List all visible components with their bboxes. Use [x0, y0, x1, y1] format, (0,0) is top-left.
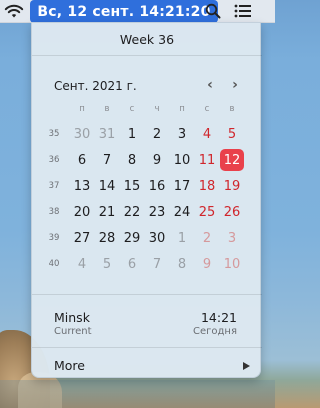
- calendar-day[interactable]: 19: [220, 175, 244, 197]
- calendar-day[interactable]: 10: [170, 149, 194, 171]
- week-number: 38: [48, 207, 60, 217]
- weekday-header: в: [229, 104, 235, 114]
- calendar-day[interactable]: 20: [70, 201, 94, 223]
- calendar-day[interactable]: 9: [195, 253, 219, 275]
- city-day: Сегодня: [193, 326, 237, 337]
- calendar-day[interactable]: 2: [145, 123, 169, 145]
- calendar-day[interactable]: 1: [120, 123, 144, 145]
- wifi-icon[interactable]: [4, 3, 24, 19]
- week-number: 37: [48, 181, 60, 191]
- calendar-day[interactable]: 14: [95, 175, 119, 197]
- calendar-day[interactable]: 24: [170, 201, 194, 223]
- weekday-header: с: [204, 104, 210, 114]
- week-title: Week 36: [119, 31, 175, 47]
- month-title: Сент. 2021 г.: [54, 79, 137, 93]
- menubar-clock[interactable]: Вс, 12 сент. 14:21:20: [30, 0, 218, 23]
- chevron-left-icon: ‹: [207, 77, 213, 93]
- calendar-day[interactable]: 1: [170, 227, 194, 249]
- calendar-day[interactable]: 10: [220, 253, 244, 275]
- calendar-day[interactable]: 6: [120, 253, 144, 275]
- calendar-day[interactable]: 7: [145, 253, 169, 275]
- city-subtitle: Current: [54, 326, 92, 337]
- calendar-day[interactable]: 3: [220, 227, 244, 249]
- week-number: 36: [48, 155, 60, 165]
- calendar-day[interactable]: 6: [70, 149, 94, 171]
- calendar-day[interactable]: 27: [70, 227, 94, 249]
- city-time: 14:21: [200, 310, 237, 325]
- calendar-day[interactable]: 21: [95, 201, 119, 223]
- more-label: More: [54, 358, 85, 373]
- calendar-day[interactable]: 17: [170, 175, 194, 197]
- calendar-day[interactable]: 4: [70, 253, 94, 275]
- calendar-day[interactable]: 28: [95, 227, 119, 249]
- weekday-header: ч: [154, 104, 160, 114]
- calendar-day[interactable]: 8: [120, 149, 144, 171]
- weekday-header: в: [104, 104, 110, 114]
- more-menu-item[interactable]: More: [32, 353, 262, 379]
- divider: [32, 294, 262, 295]
- calendar-day[interactable]: 4: [195, 123, 219, 145]
- calendar-day[interactable]: 15: [120, 175, 144, 197]
- week-number: 39: [48, 233, 60, 243]
- week-number: 40: [48, 259, 60, 269]
- calendar-day[interactable]: 25: [195, 201, 219, 223]
- calendar-day[interactable]: 8: [170, 253, 194, 275]
- chevron-right-icon: ›: [232, 77, 238, 93]
- week-number: 35: [48, 129, 60, 139]
- divider: [32, 55, 262, 56]
- calendar-day[interactable]: 3: [170, 123, 194, 145]
- calendar-day[interactable]: 16: [145, 175, 169, 197]
- calendar-day[interactable]: 11: [195, 149, 219, 171]
- calendar-popover: Week 36 Сент. 2021 г. ‹ › п в с ч п с в 35 30 31 1…: [31, 22, 262, 379]
- city-name: Minsk: [54, 310, 90, 325]
- menu-bar: Вс, 12 сент. 14:21:20: [0, 0, 275, 23]
- calendar-day[interactable]: 22: [120, 201, 144, 223]
- calendar-day[interactable]: 31: [95, 123, 119, 145]
- next-month-button[interactable]: ›: [228, 76, 242, 94]
- calendar-day[interactable]: 5: [95, 253, 119, 275]
- weekday-header: п: [79, 104, 85, 114]
- calendar-day[interactable]: 23: [145, 201, 169, 223]
- control-center-icon[interactable]: [234, 4, 252, 18]
- triangle-right-icon: [243, 362, 250, 370]
- calendar-day[interactable]: 2: [195, 227, 219, 249]
- calendar-day[interactable]: 7: [95, 149, 119, 171]
- menubar-clock-text: Вс, 12 сент. 14:21:20: [37, 3, 211, 20]
- calendar-day[interactable]: 30: [145, 227, 169, 249]
- calendar-day[interactable]: 18: [195, 175, 219, 197]
- calendar-day[interactable]: 30: [70, 123, 94, 145]
- calendar-day[interactable]: 29: [120, 227, 144, 249]
- calendar-day[interactable]: 13: [70, 175, 94, 197]
- calendar-day[interactable]: 26: [220, 201, 244, 223]
- calendar-day-today[interactable]: 12: [220, 149, 244, 171]
- background-water: [0, 380, 275, 408]
- prev-month-button[interactable]: ‹: [203, 76, 217, 94]
- weekday-header: п: [179, 104, 185, 114]
- weekday-header: с: [129, 104, 135, 114]
- calendar-day[interactable]: 9: [145, 149, 169, 171]
- divider: [32, 347, 262, 348]
- calendar-day[interactable]: 5: [220, 123, 244, 145]
- search-icon[interactable]: [205, 3, 221, 19]
